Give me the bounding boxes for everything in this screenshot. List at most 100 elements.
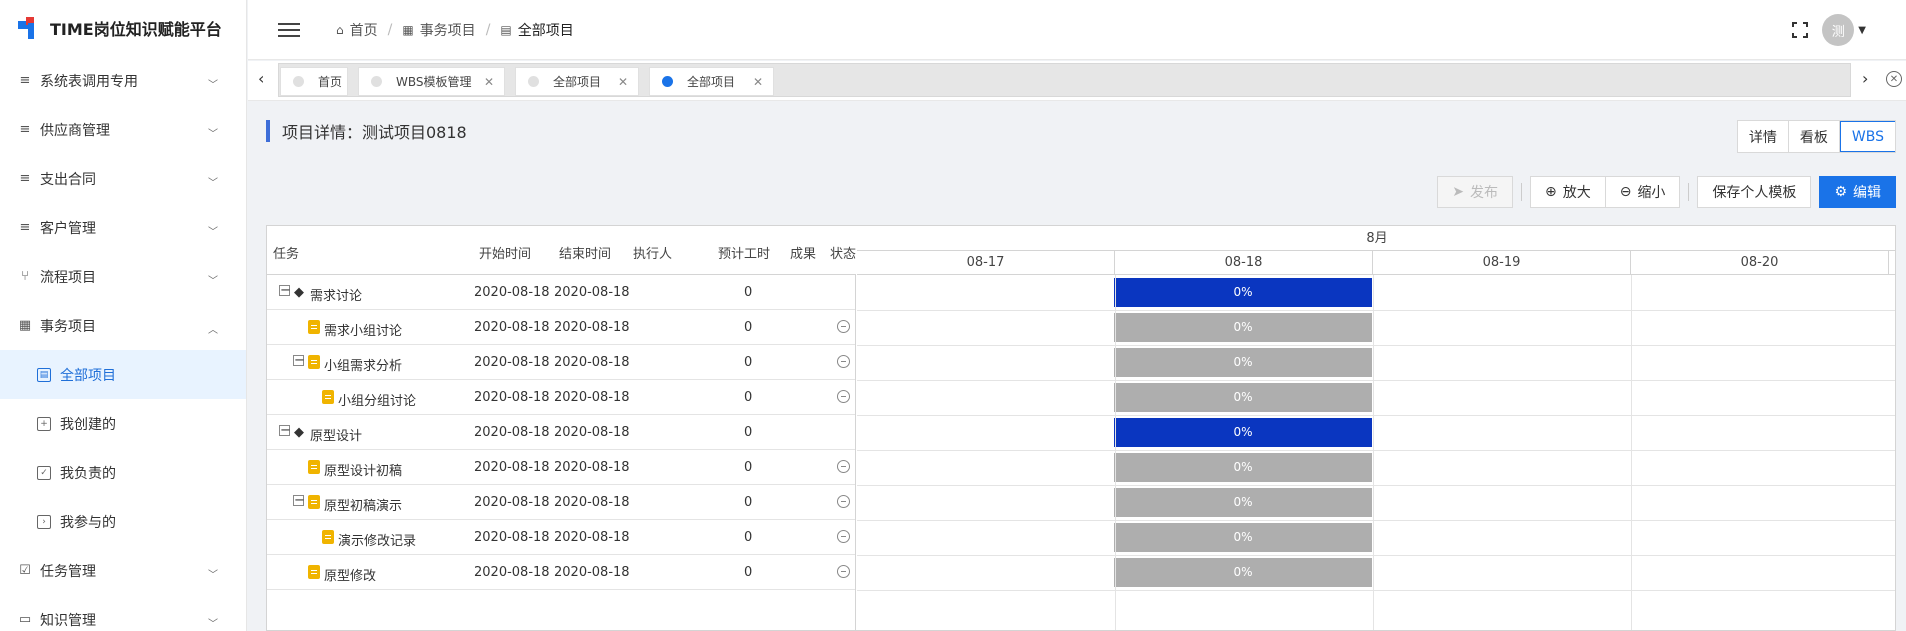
task-icon (322, 390, 334, 404)
table-row[interactable]: 小组分组讨论 2020-08-18 2020-08-18 0 (267, 380, 855, 415)
collapse-toggle-icon[interactable]: − (293, 494, 305, 507)
chevron-down-icon: ﹀ (208, 128, 218, 140)
tab-1[interactable]: WBS模板管理 ✕ (358, 67, 505, 96)
close-all-tabs-icon[interactable]: ✕ (1886, 71, 1902, 87)
avatar[interactable]: 测 (1822, 14, 1855, 46)
sidebar-item-6[interactable]: ☑ 任务管理 ﹀ (0, 546, 246, 595)
list-icon: ≡ (19, 122, 31, 137)
view-kanban-button[interactable]: 看板 (1789, 121, 1840, 152)
logo-icon (18, 17, 44, 39)
table-row[interactable]: 原型修改 2020-08-18 2020-08-18 0 (267, 555, 855, 590)
view-detail-button[interactable]: 详情 (1738, 121, 1789, 152)
end-date: 2020-08-18 (554, 425, 630, 440)
sidebar-item-4[interactable]: ⑂ 流程项目 ﹀ (0, 252, 246, 301)
table-row[interactable]: 原型设计初稿 2020-08-18 2020-08-18 0 (267, 450, 855, 485)
menu-toggle-icon[interactable] (278, 22, 300, 37)
collapse-toggle-icon[interactable]: − (279, 284, 291, 297)
table-row[interactable]: − ◆ 原型设计 2020-08-18 2020-08-18 0 (267, 415, 855, 450)
gantt-toolbar: ➤ 发布 ⊕ 放大 ⊖ 缩小 保存个人模板 ⚙ 编辑 (1437, 176, 1896, 208)
table-row[interactable]: − 小组需求分析 2020-08-18 2020-08-18 0 (267, 345, 855, 380)
status-pending-icon[interactable] (837, 460, 850, 473)
table-row[interactable]: − ◆ 需求讨论 2020-08-18 2020-08-18 0 (267, 275, 855, 310)
list-icon: ≡ (19, 171, 31, 186)
sidebar-subitem-1[interactable]: + 我创建的 (0, 399, 246, 448)
estimated-hours: 0 (744, 495, 753, 510)
gantt-day-header: 08-18 (1115, 251, 1373, 275)
layers-icon: ◆ (294, 425, 304, 440)
table-row[interactable]: − 原型初稿演示 2020-08-18 2020-08-18 0 (267, 485, 855, 520)
logo[interactable]: TIME岗位知识赋能平台 (0, 0, 246, 56)
task-name: 小组需求分析 (324, 359, 403, 374)
tab-label: 首页 (318, 75, 343, 89)
fullscreen-icon[interactable] (1792, 22, 1809, 38)
tab-0[interactable]: 首页 (280, 67, 348, 96)
sidebar-subitem-0[interactable]: ▤ 全部项目 (0, 350, 246, 399)
publish-button[interactable]: ➤ 发布 (1437, 176, 1513, 208)
document-icon: ▤ (500, 22, 512, 37)
close-icon[interactable]: ✕ (618, 75, 628, 89)
status-pending-icon[interactable] (837, 320, 850, 333)
task-name: 需求小组讨论 (324, 324, 403, 339)
gantt-bar[interactable]: 0% (1114, 523, 1372, 552)
status-pending-icon[interactable] (837, 495, 850, 508)
view-wbs-button[interactable]: WBS (1839, 121, 1895, 152)
task-name: 原型设计 (310, 429, 363, 444)
gantt-bar[interactable]: 0% (1114, 348, 1372, 377)
gantt-days: 08-17 08-18 08-19 08-20 (857, 251, 1895, 275)
edit-button[interactable]: ⚙ 编辑 (1819, 176, 1896, 208)
zoom-in-button[interactable]: ⊕ 放大 (1529, 176, 1606, 208)
grid-icon: ▦ (402, 22, 414, 37)
sidebar-item-5[interactable]: ▦ 事务项目 ︿ (0, 301, 246, 350)
start-date: 2020-08-18 (474, 390, 550, 405)
chevron-down-icon: ﹀ (208, 618, 218, 630)
tabs-scroll-left-icon[interactable]: ‹ (258, 69, 264, 88)
sidebar-item-1[interactable]: ≡ 供应商管理 ﹀ (0, 105, 246, 154)
gantt-bar[interactable]: 0% (1114, 383, 1372, 412)
sidebar-item-label: 支出合同 (40, 171, 96, 188)
close-icon[interactable]: ✕ (484, 75, 494, 89)
table-row[interactable]: 演示修改记录 2020-08-18 2020-08-18 0 (267, 520, 855, 555)
breadcrumb-home[interactable]: 首页 (350, 20, 378, 40)
gantt-bar[interactable]: 0% (1114, 278, 1372, 307)
gantt-bar[interactable]: 0% (1114, 558, 1372, 587)
status-pending-icon[interactable] (837, 565, 850, 578)
subitem-icon: ▤ (37, 367, 51, 382)
chevron-down-icon: ﹀ (208, 79, 218, 91)
sidebar-item-3[interactable]: ≡ 客户管理 ﹀ (0, 203, 246, 252)
main-content: 项目详情：测试项目0818 详情 看板 WBS ➤ 发布 ⊕ 放大 ⊖ 缩小 保… (248, 101, 1906, 631)
sidebar-subitem-3[interactable]: › 我参与的 (0, 497, 246, 546)
sidebar-item-2[interactable]: ≡ 支出合同 ﹀ (0, 154, 246, 203)
breadcrumb-affairs[interactable]: 事务项目 (420, 20, 476, 40)
gantt-bar[interactable]: 0% (1114, 313, 1372, 342)
status-pending-icon[interactable] (837, 390, 850, 403)
sidebar-item-7[interactable]: ▭ 知识管理 ﹀ (0, 595, 246, 631)
task-icon (308, 565, 320, 579)
sidebar-subitem-label: 我参与的 (60, 514, 116, 531)
zoom-out-icon: ⊖ (1619, 184, 1632, 200)
gantt-chart: 8月 08-17 08-18 08-19 08-20 0% 0% 0% 0% 0% 0% 0% 0%… (857, 226, 1895, 630)
sidebar-item-label: 系统表调用专用 (40, 73, 138, 90)
zoom-out-button[interactable]: ⊖ 缩小 (1605, 176, 1681, 208)
end-date: 2020-08-18 (554, 565, 630, 580)
sidebar-subitem-2[interactable]: ✓ 我负责的 (0, 448, 246, 497)
tab-label: 全部项目 (687, 75, 736, 89)
table-row[interactable]: 需求小组讨论 2020-08-18 2020-08-18 0 (267, 310, 855, 345)
tab-3[interactable]: 全部项目 ✕ (649, 67, 774, 96)
tabs-scroll-right-icon[interactable]: › (1862, 69, 1868, 88)
caret-down-icon[interactable]: ▼ (1858, 25, 1866, 36)
start-date: 2020-08-18 (474, 425, 550, 440)
sidebar-menu: ≡ 系统表调用专用 ﹀ ≡ 供应商管理 ﹀ ≡ 支出合同 ﹀ ≡ 客户管理 ﹀ ⑂ 流程项目 ﹀ ▦ 事务项目 ︿… (0, 56, 246, 631)
tab-label: 全部项目 (553, 75, 602, 89)
gantt-bar[interactable]: 0% (1114, 453, 1372, 482)
tab-2[interactable]: 全部项目 ✕ (515, 67, 639, 96)
status-pending-icon[interactable] (837, 355, 850, 368)
sidebar-item-label: 客户管理 (40, 220, 96, 237)
close-icon[interactable]: ✕ (753, 75, 763, 89)
sidebar-item-0[interactable]: ≡ 系统表调用专用 ﹀ (0, 56, 246, 105)
collapse-toggle-icon[interactable]: − (293, 354, 305, 367)
save-template-button[interactable]: 保存个人模板 (1697, 176, 1812, 208)
gantt-bar[interactable]: 0% (1114, 488, 1372, 517)
collapse-toggle-icon[interactable]: − (279, 424, 291, 437)
gantt-bar[interactable]: 0% (1114, 418, 1372, 447)
status-pending-icon[interactable] (837, 530, 850, 543)
